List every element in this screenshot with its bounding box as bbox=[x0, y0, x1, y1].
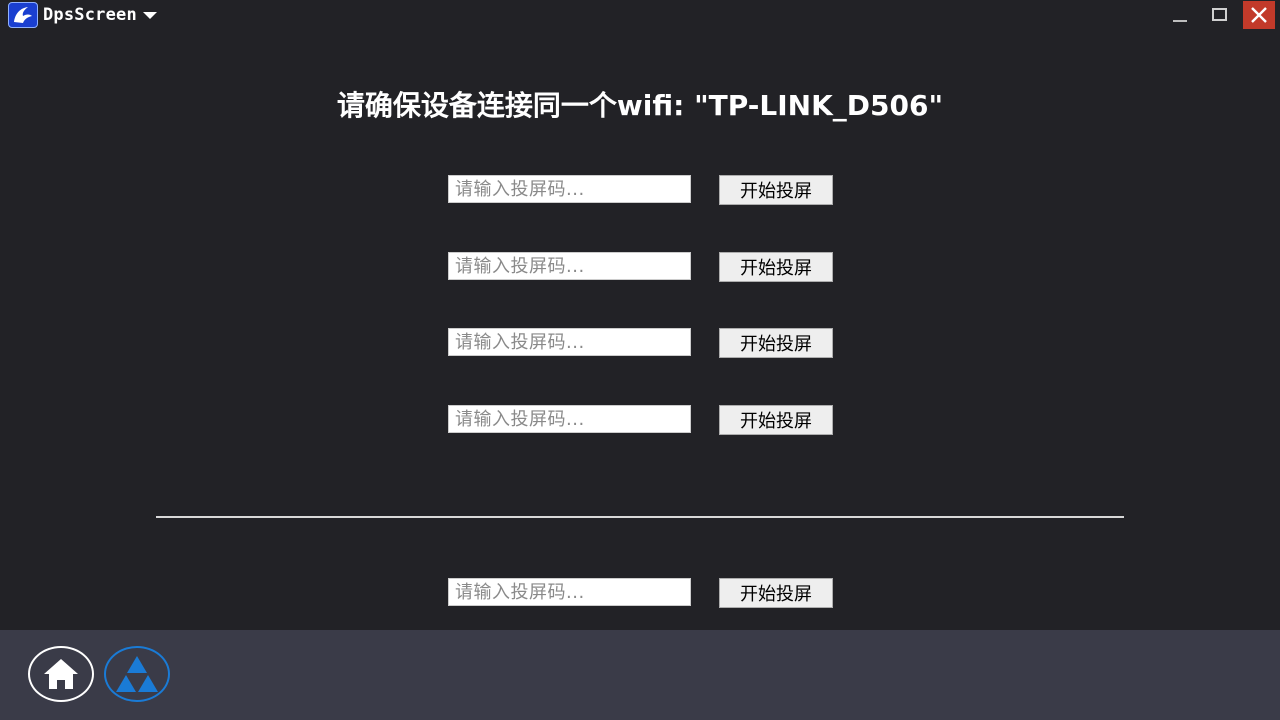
triforce-icon bbox=[116, 656, 158, 692]
start-cast-button[interactable]: 开始投屏 bbox=[719, 252, 833, 282]
start-cast-button[interactable]: 开始投屏 bbox=[719, 405, 833, 435]
cast-code-input[interactable] bbox=[448, 578, 691, 606]
section-divider bbox=[156, 516, 1124, 518]
title-bar: DpsScreen bbox=[0, 0, 1280, 30]
home-icon bbox=[44, 659, 78, 689]
close-button[interactable] bbox=[1243, 1, 1275, 29]
cast-row: 开始投屏 bbox=[448, 252, 838, 282]
cast-row: 开始投屏 bbox=[448, 175, 838, 205]
maximize-button[interactable] bbox=[1202, 0, 1238, 30]
app-triangle-button[interactable] bbox=[104, 646, 170, 702]
app-logo-icon bbox=[8, 2, 38, 28]
cast-row: 开始投屏 bbox=[448, 328, 838, 358]
app-name: DpsScreen bbox=[43, 5, 137, 25]
maximize-icon bbox=[1212, 8, 1227, 21]
app-menu-button[interactable]: DpsScreen bbox=[43, 3, 157, 27]
cast-code-input[interactable] bbox=[448, 328, 691, 356]
cast-code-input[interactable] bbox=[448, 252, 691, 280]
cast-code-input[interactable] bbox=[448, 175, 691, 203]
start-cast-button[interactable]: 开始投屏 bbox=[719, 328, 833, 358]
close-icon bbox=[1251, 7, 1267, 23]
chevron-down-icon bbox=[142, 11, 157, 19]
cast-row: 开始投屏 bbox=[448, 405, 838, 435]
cast-code-input[interactable] bbox=[448, 405, 691, 433]
minimize-button[interactable] bbox=[1162, 0, 1198, 30]
start-cast-button[interactable]: 开始投屏 bbox=[719, 578, 833, 608]
minimize-icon bbox=[1173, 20, 1187, 22]
home-button[interactable] bbox=[28, 646, 94, 702]
start-cast-button[interactable]: 开始投屏 bbox=[719, 175, 833, 205]
wifi-heading: 请确保设备连接同一个wifi: "TP-LINK_D506" bbox=[336, 89, 944, 122]
bottom-bar bbox=[0, 630, 1280, 720]
cast-row-bottom: 开始投屏 bbox=[448, 578, 838, 608]
